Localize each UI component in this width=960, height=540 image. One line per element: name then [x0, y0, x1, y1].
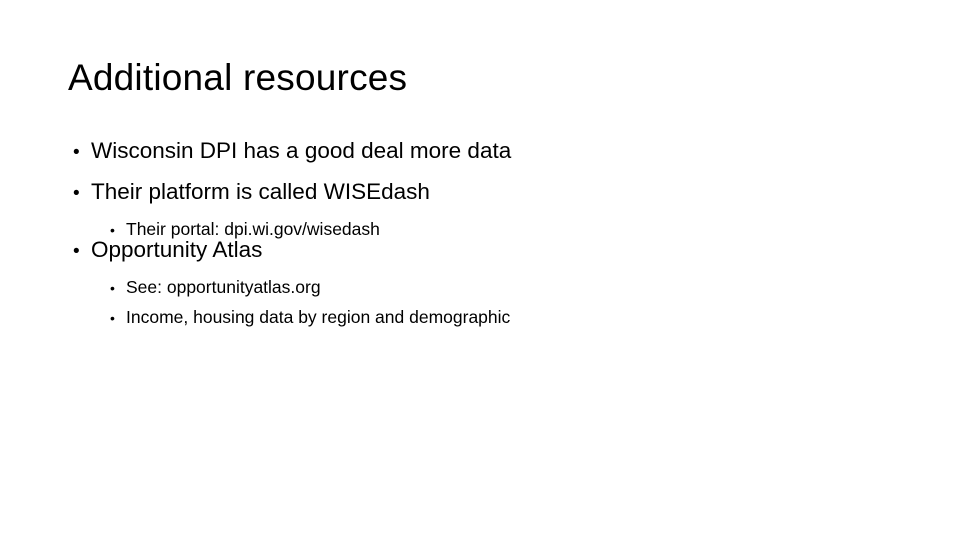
sub-list-item-label: See: opportunityatlas.org: [126, 277, 321, 297]
sub-list-item-label: Their portal: dpi.wi.gov/wisedash: [126, 219, 380, 239]
bullet-icon: •: [73, 182, 80, 204]
sub-bullet-icon: •: [110, 309, 115, 326]
sub-list-item: • Income, housing data by region and dem…: [68, 306, 908, 327]
list-item: • Their platform is called WISEdash: [68, 178, 908, 204]
bullet-icon: •: [73, 240, 80, 262]
list-item-label: Opportunity Atlas: [91, 236, 263, 262]
list-item: • Opportunity Atlas: [68, 236, 908, 262]
sub-list-item-label: Income, housing data by region and demog…: [126, 306, 511, 327]
bullet-group: • Opportunity Atlas • See: opportunityat…: [68, 236, 908, 327]
bullet-group: • Wisconsin DPI has a good deal more dat…: [68, 138, 908, 163]
bullet-icon: •: [73, 142, 80, 163]
bullet-group: • Their platform is called WISEdash • Th…: [68, 178, 908, 239]
list-item-label: Their platform is called WISEdash: [91, 178, 430, 204]
slide: Additional resources • Wisconsin DPI has…: [0, 0, 960, 540]
sub-list-item: • See: opportunityatlas.org: [68, 277, 908, 297]
sub-bullet-icon: •: [110, 280, 115, 296]
list-item: • Wisconsin DPI has a good deal more dat…: [68, 138, 908, 163]
page-title: Additional resources: [68, 57, 408, 98]
sub-list-item: • Their portal: dpi.wi.gov/wisedash: [68, 219, 908, 239]
list-item-label: Wisconsin DPI has a good deal more data: [91, 138, 512, 163]
bullet-list: • Wisconsin DPI has a good deal more dat…: [68, 138, 908, 327]
sub-bullet-icon: •: [110, 222, 115, 238]
